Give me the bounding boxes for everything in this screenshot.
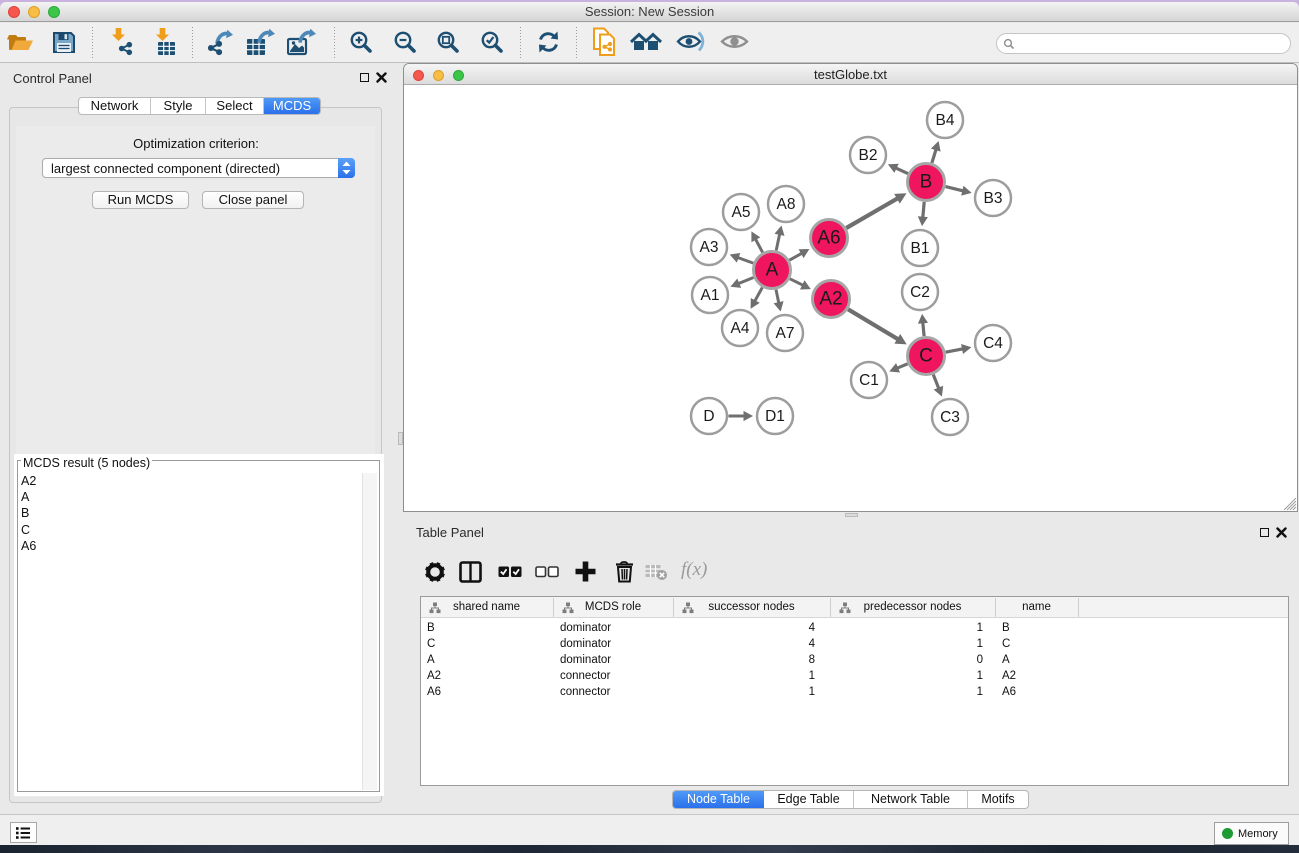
svg-text:C4: C4 <box>983 335 1003 352</box>
svg-text:A: A <box>766 260 779 281</box>
svg-text:D1: D1 <box>765 408 785 425</box>
svg-text:B2: B2 <box>859 147 878 164</box>
svg-text:C: C <box>919 346 933 367</box>
svg-text:A5: A5 <box>732 204 751 221</box>
svg-text:A3: A3 <box>700 239 719 256</box>
svg-text:C2: C2 <box>910 284 930 301</box>
svg-text:A1: A1 <box>701 287 720 304</box>
svg-text:A8: A8 <box>777 196 796 213</box>
svg-text:C3: C3 <box>940 409 960 426</box>
svg-text:B3: B3 <box>984 190 1003 207</box>
svg-text:D: D <box>703 408 714 425</box>
svg-text:B1: B1 <box>911 240 930 257</box>
svg-text:B: B <box>920 172 933 193</box>
svg-text:A7: A7 <box>776 325 795 342</box>
svg-text:B4: B4 <box>936 112 955 129</box>
svg-text:A2: A2 <box>819 289 842 310</box>
svg-text:A6: A6 <box>817 228 840 249</box>
svg-text:A4: A4 <box>731 320 750 337</box>
svg-text:C1: C1 <box>859 372 879 389</box>
